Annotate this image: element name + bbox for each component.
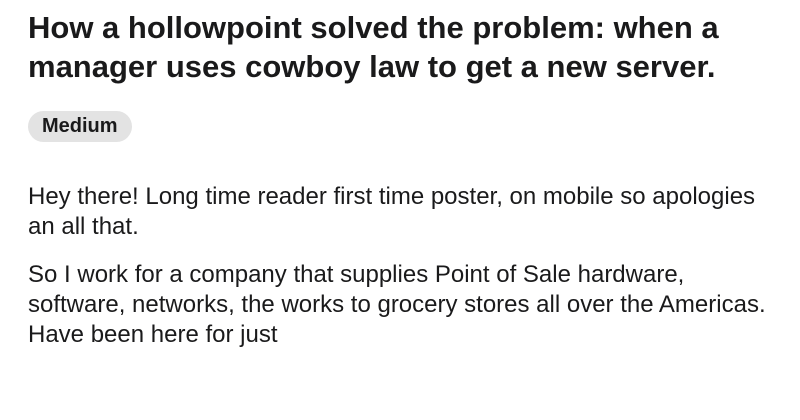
flair-badge[interactable]: Medium	[28, 111, 132, 142]
post-body: Hey there! Long time reader first time p…	[28, 182, 788, 350]
post-paragraph: Hey there! Long time reader first time p…	[28, 183, 756, 240]
post: How a hollowpoint solved the problem: wh…	[28, 0, 788, 368]
post-paragraph: So I work for a company that supplies Po…	[28, 261, 766, 348]
post-title[interactable]: How a hollowpoint solved the problem: wh…	[28, 0, 788, 86]
